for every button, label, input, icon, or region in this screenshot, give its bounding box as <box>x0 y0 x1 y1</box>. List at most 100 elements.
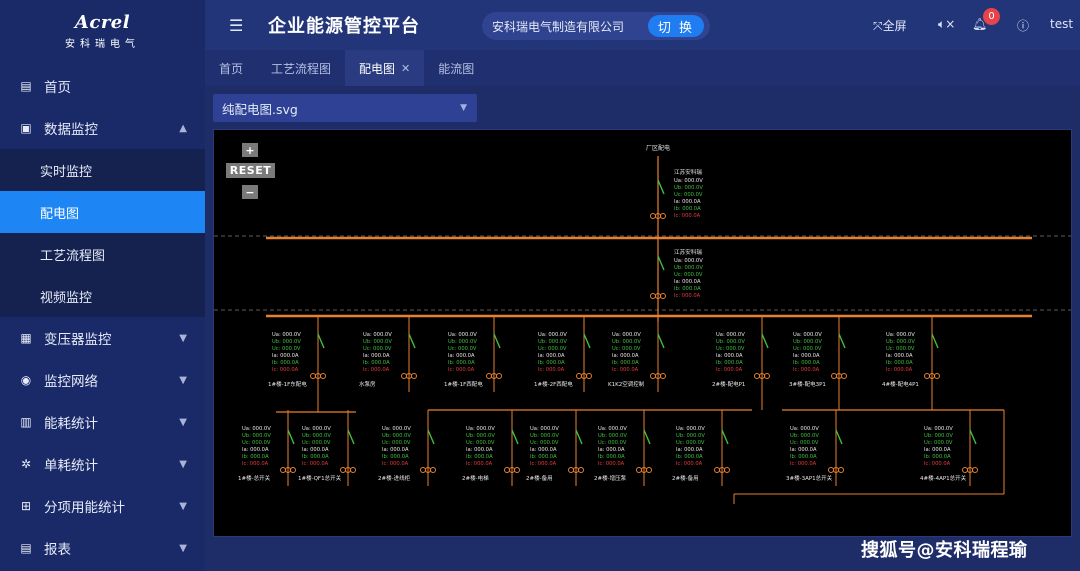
chevron-down-icon: ▼ <box>179 416 187 428</box>
svg-file-select[interactable]: 纯配电图.svg ▼ <box>213 94 477 122</box>
zoom-in-button[interactable]: + <box>242 143 258 157</box>
upper-ct <box>310 373 316 379</box>
mute-icon[interactable]: 🔈︎× <box>938 17 955 32</box>
lower-ct <box>340 467 346 473</box>
upper-reading: Ua: 000.0V <box>716 332 745 338</box>
sidebar-item-label: 单耗统计 <box>44 458 98 474</box>
lower-switch-blade <box>721 429 729 445</box>
upper-reading: Ub: 000.0V <box>538 339 567 345</box>
help-icon[interactable]: ⓘ <box>1017 17 1029 34</box>
sidebar-item-label: 变压器监控 <box>44 332 112 348</box>
switch-button[interactable]: 切 换 <box>648 15 704 37</box>
lower-reading: Ic: 000.0A <box>530 461 557 467</box>
sidebar-item-realtime[interactable]: 实时监控 <box>0 149 205 191</box>
lower-reading: Uc: 000.0V <box>790 440 819 446</box>
lower-ct <box>636 467 642 473</box>
sidebar-item-label: 分项用能统计 <box>44 500 125 516</box>
submenu-data-monitor: 实时监控 配电图 工艺流程图 视频监控 <box>0 149 205 317</box>
upper-reading: Ic: 000.0A <box>448 367 475 373</box>
sidebar-item-process-flow[interactable]: 工艺流程图 <box>0 233 205 275</box>
sidebar-item-itemized[interactable]: ⊞ 分项用能统计 ▼ <box>0 485 205 527</box>
tab-distribution[interactable]: 配电图 ✕ <box>345 50 425 86</box>
upper-feeder-label: 1#楼-1F西配电 <box>444 380 483 388</box>
source-label: 江苏安科瑞 <box>674 168 702 176</box>
tab-home[interactable]: 首页 <box>205 50 257 86</box>
lower-reading: Ib: 000.0A <box>530 454 557 460</box>
sidebar-menu: ▤ 首页 ▣ 数据监控 ▲ 实时监控 配电图 工艺流程图 视频监控 ▦ 变压器监… <box>0 65 205 569</box>
lower-reading: Ic: 000.0A <box>676 461 703 467</box>
upper-ct <box>831 373 837 379</box>
upper-switch-blade <box>761 333 769 349</box>
lower-reading: Ib: 000.0A <box>676 454 703 460</box>
lower-ct <box>280 467 286 473</box>
sidebar-item-data-monitor[interactable]: ▣ 数据监控 ▲ <box>0 107 205 149</box>
lower-reading: Uc: 000.0V <box>466 440 495 446</box>
sidebar-item-network[interactable]: ◉ 监控网络 ▼ <box>0 359 205 401</box>
fullscreen-label: 全屏 <box>882 19 907 33</box>
fullscreen-button[interactable]: ⤧全屏 <box>873 17 907 34</box>
sidebar-item-energy[interactable]: ▥ 能耗统计 ▼ <box>0 401 205 443</box>
upper-reading: Uc: 000.0V <box>793 346 822 352</box>
sidebar-item-video[interactable]: 视频监控 <box>0 275 205 317</box>
zoom-out-button[interactable]: − <box>242 185 258 199</box>
sidebar-item-label: 数据监控 <box>44 122 98 138</box>
grid-icon: ⊞ <box>20 499 32 513</box>
upper-reading: Ub: 000.0V <box>448 339 477 345</box>
tab-process-flow[interactable]: 工艺流程图 <box>257 50 345 86</box>
lower-reading: Ia: 000.0A <box>924 447 951 453</box>
sidebar-item-report[interactable]: ▤ 报表 ▼ <box>0 527 205 569</box>
single-line-diagram: 厂区配电江苏安科瑞Ua: 000.0VUb: 000.0VUc: 000.0VI… <box>214 144 1071 504</box>
tab-energy-flow[interactable]: 能流图 <box>424 50 488 86</box>
source2-reading: Ua: 000.0V <box>674 258 703 264</box>
sidebar-item-home[interactable]: ▤ 首页 <box>0 65 205 107</box>
sidebar-item-distribution[interactable]: 配电图 <box>0 191 205 233</box>
acrel-logo: Acrel 安科瑞电气 <box>0 0 205 62</box>
watermark-text: 搜狐号@安科瑞程瑜 <box>861 540 1028 561</box>
close-icon[interactable]: ✕ <box>401 62 410 75</box>
lower-reading: Ic: 000.0A <box>924 461 951 467</box>
upper-reading: Ua: 000.0V <box>538 332 567 338</box>
sidebar-item-transformer[interactable]: ▦ 变压器监控 ▼ <box>0 317 205 359</box>
tab-label: 工艺流程图 <box>271 61 332 76</box>
lower-reading: Ua: 000.0V <box>790 426 819 432</box>
upper-switch-blade <box>657 333 665 349</box>
org-selector: 安科瑞电气制造有限公司 切 换 <box>482 12 710 40</box>
upper-reading: Ib: 000.0A <box>448 360 475 366</box>
lower-reading: Uc: 000.0V <box>924 440 953 446</box>
source-reading: Ub: 000.0V <box>674 185 703 191</box>
lower-reading: Uc: 000.0V <box>382 440 411 446</box>
source2-reading: Ib: 000.0A <box>674 286 701 292</box>
lower-reading: Ib: 000.0A <box>598 454 625 460</box>
home-icon: ▤ <box>20 79 32 93</box>
upper-reading: Ic: 000.0A <box>538 367 565 373</box>
upper-reading: Uc: 000.0V <box>272 346 301 352</box>
upper-switch-blade <box>408 333 416 349</box>
lower-reading: Ib: 000.0A <box>302 454 329 460</box>
upper-feeder-label: 3#楼-配电3P1 <box>789 380 826 388</box>
upper-ct <box>486 373 492 379</box>
sidebar-item-unit-consumption[interactable]: ✲ 单耗统计 ▼ <box>0 443 205 485</box>
lower-reading: Ib: 000.0A <box>242 454 269 460</box>
reset-button[interactable]: RESET <box>226 163 275 178</box>
sidebar-item-label: 能耗统计 <box>44 416 98 432</box>
lower-reading: Ub: 000.0V <box>466 433 495 439</box>
lower-reading: Ic: 000.0A <box>466 461 493 467</box>
upper-reading: Ib: 000.0A <box>363 360 390 366</box>
lower-ct <box>420 467 426 473</box>
lower-reading: Ia: 000.0A <box>302 447 329 453</box>
menu-toggle-icon[interactable]: ☰ <box>229 16 243 35</box>
upper-ct <box>320 373 326 379</box>
distribution-diagram[interactable]: 厂区配电 江苏安科瑞 Ua: 000.0V Ub: 000.0V Uc: 000.0V I… <box>213 129 1072 537</box>
bar-chart-icon: ▥ <box>20 415 32 429</box>
chevron-down-icon: ▼ <box>179 332 187 344</box>
upper-ct <box>411 373 417 379</box>
lower-ct <box>430 467 436 473</box>
source2-reading: Ub: 000.0V <box>674 265 703 271</box>
lower-ct <box>646 467 652 473</box>
user-name[interactable]: test <box>1050 17 1073 31</box>
calendar-icon: ▦ <box>20 331 32 345</box>
upper-reading: Ub: 000.0V <box>612 339 641 345</box>
chevron-down-icon: ▼ <box>179 374 187 386</box>
logo-subtitle: 安科瑞电气 <box>65 39 140 50</box>
svg-file-value: 纯配电图.svg <box>222 101 298 117</box>
